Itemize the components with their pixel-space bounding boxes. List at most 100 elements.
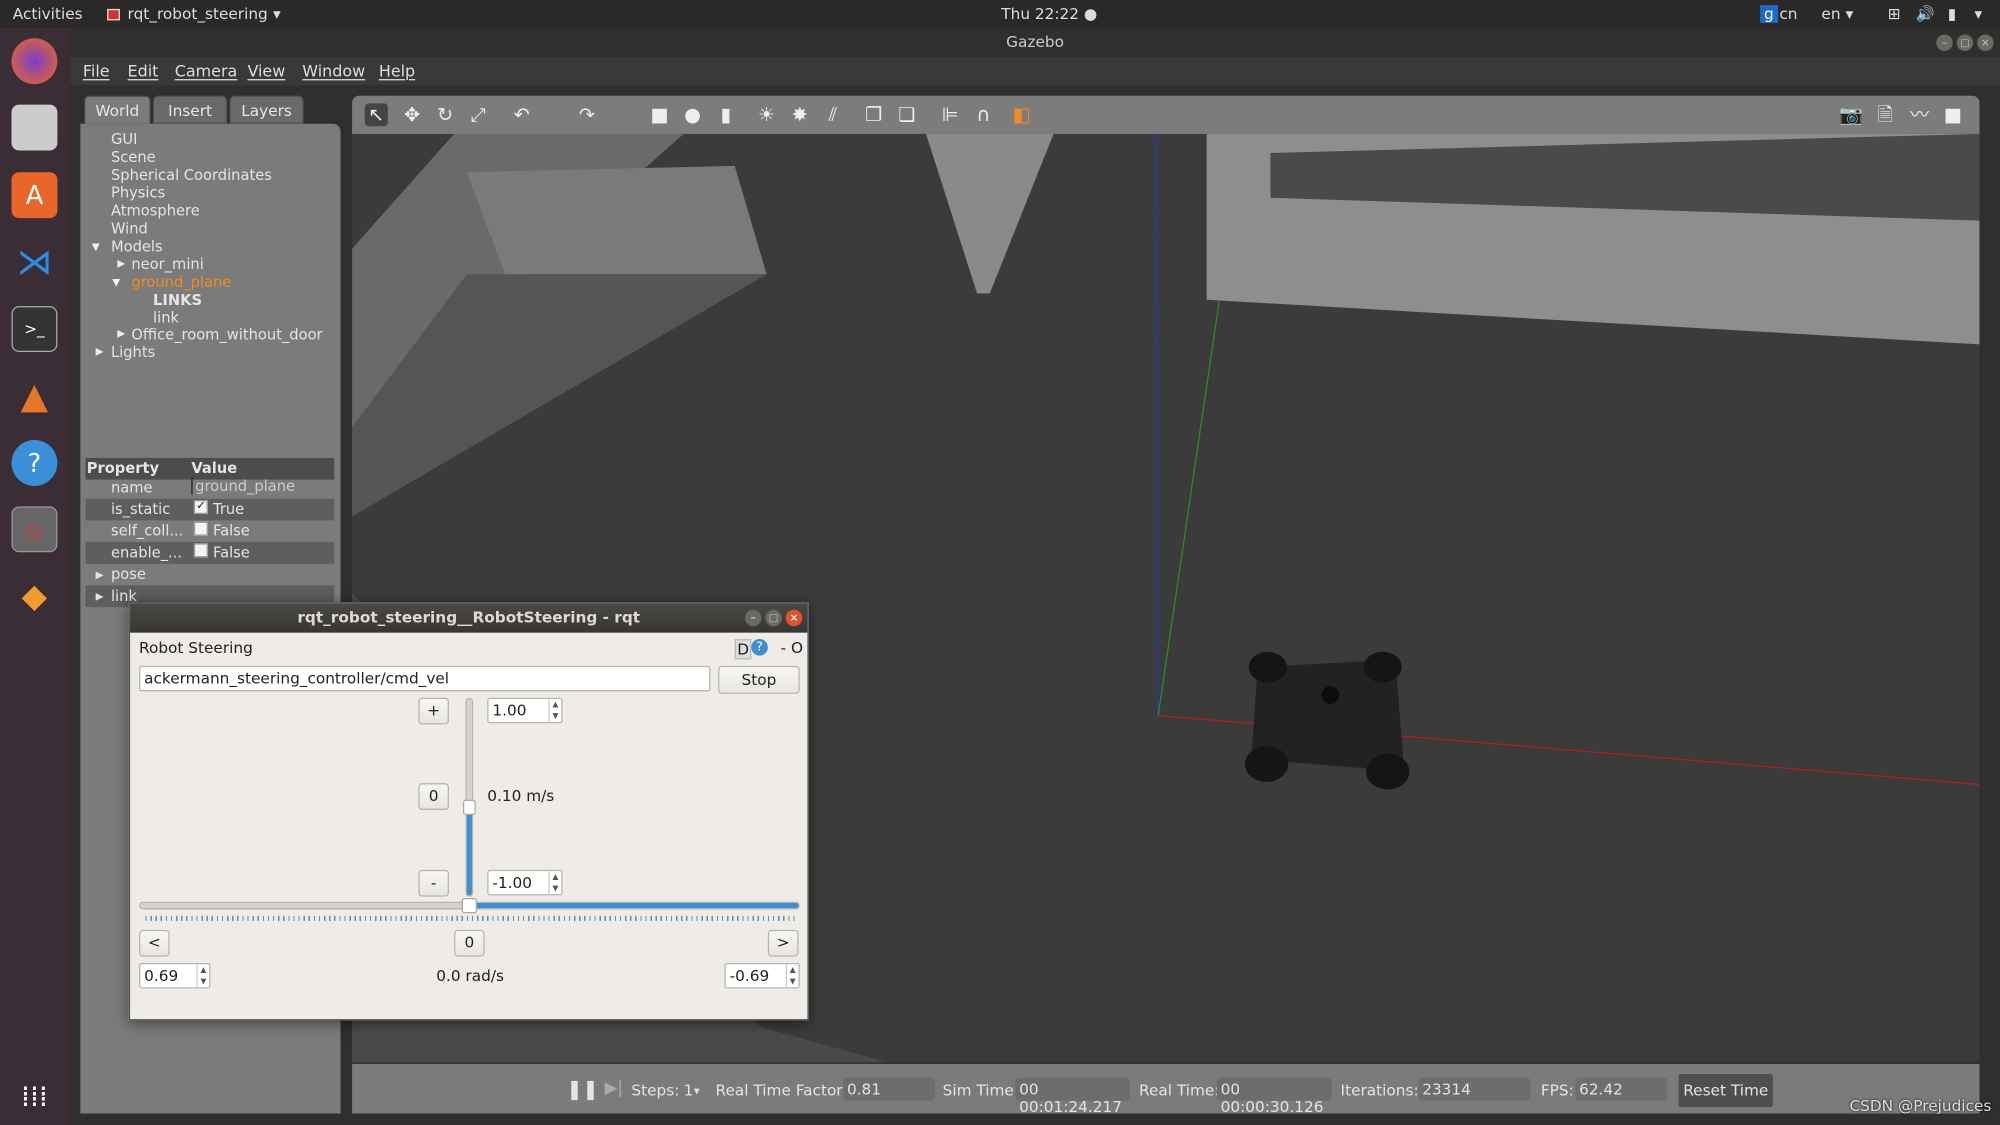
sublime-icon[interactable]: ◆ — [11, 574, 57, 620]
linear-max-spinbox[interactable]: 1.00 ▲ ▼ — [487, 697, 563, 724]
property-row[interactable]: enable_... False — [85, 542, 335, 564]
collapsed-triangle-icon[interactable]: ▶ — [96, 346, 104, 357]
tab-layers[interactable]: Layers — [229, 95, 304, 124]
ime-g-icon[interactable]: g — [1760, 5, 1778, 23]
help-icon[interactable]: ? — [11, 440, 58, 486]
angular-slider-handle[interactable] — [461, 897, 478, 914]
angular-max-spinbox[interactable]: 0.69 ▲ ▼ — [139, 963, 211, 989]
log-icon[interactable]: 🗎 — [1874, 103, 1897, 126]
tree-item-physics[interactable]: Physics — [111, 184, 165, 202]
zero-linear-button[interactable]: 0 — [418, 783, 449, 810]
turn-right-button[interactable]: > — [767, 929, 799, 957]
files-icon[interactable] — [11, 104, 58, 151]
chevron-down-icon[interactable]: ▾ — [1974, 5, 1982, 23]
zero-angular-button[interactable]: 0 — [454, 929, 485, 957]
property-value[interactable]: ground_plane — [191, 477, 295, 495]
collapsed-triangle-icon[interactable]: ▶ — [117, 258, 125, 269]
minimize-button[interactable]: – — [1936, 34, 1953, 52]
software-icon[interactable]: A — [11, 172, 58, 219]
app-menu[interactable]: rqt_robot_steering — [128, 5, 268, 23]
linear-slider-handle[interactable] — [463, 799, 476, 815]
linear-velocity-slider[interactable] — [463, 697, 476, 897]
sphere-shape-icon[interactable]: ● — [681, 103, 704, 126]
menu-edit[interactable]: Edit — [128, 61, 159, 80]
minimize-button[interactable]: – — [744, 609, 762, 627]
paste-icon[interactable]: ❏ — [895, 103, 918, 126]
language-indicator[interactable]: en — [1821, 5, 1840, 23]
vscode-icon[interactable]: ⋊ — [11, 239, 57, 285]
align-icon[interactable]: ⊫ — [939, 103, 962, 126]
chevron-down-icon[interactable]: ▾ — [694, 1085, 700, 1098]
tree-item-ground-plane[interactable]: ground_plane — [131, 273, 231, 291]
screenshot-icon[interactable]: 📷 — [1839, 103, 1863, 126]
volume-icon[interactable]: 🔊 — [1916, 5, 1935, 23]
translate-tool-icon[interactable]: ✥ — [401, 103, 424, 126]
tree-item-atmosphere[interactable]: Atmosphere — [111, 202, 200, 220]
tree-item-models[interactable]: Models — [111, 237, 163, 255]
checkbox-unchecked[interactable] — [193, 521, 208, 536]
close-button[interactable]: × — [1977, 34, 1994, 52]
spot-light-icon[interactable]: ✸ — [788, 103, 811, 126]
checkbox-unchecked[interactable] — [193, 543, 208, 558]
plugin-window-controls[interactable]: - O — [781, 639, 803, 657]
tree-item-neor-mini[interactable]: neor_mini — [131, 255, 203, 273]
snap-icon[interactable]: ∩ — [972, 103, 995, 126]
help-icon[interactable]: ? — [751, 639, 768, 656]
property-row[interactable]: self_coll... False — [85, 520, 334, 542]
clock[interactable]: Thu 22:22 ● — [1001, 5, 1097, 23]
ime-indicator[interactable]: cn — [1779, 5, 1797, 23]
point-light-icon[interactable]: ☀ — [755, 103, 778, 126]
network-icon[interactable]: ⊞ — [1888, 5, 1901, 23]
menu-camera[interactable]: Camera — [175, 61, 238, 80]
matlab-icon[interactable]: ▲ — [11, 372, 57, 418]
topic-input[interactable]: ackermann_steering_controller/cmd_vel — [139, 665, 711, 692]
directional-light-icon[interactable]: ⫽ — [821, 103, 844, 126]
menu-window[interactable]: Window — [302, 61, 365, 80]
stop-button[interactable]: Stop — [718, 665, 800, 694]
decrease-linear-button[interactable]: - — [418, 869, 449, 897]
property-row[interactable]: is_static ✓ True — [85, 498, 335, 521]
checkbox-checked[interactable]: ✓ — [193, 499, 208, 515]
redo-icon[interactable]: ↷ — [575, 103, 598, 126]
firefox-icon[interactable] — [11, 38, 58, 85]
property-row[interactable]: name ground_plane — [85, 477, 334, 499]
menu-file[interactable]: File — [83, 61, 110, 80]
tab-world[interactable]: World — [84, 95, 151, 124]
linear-min-spinbox[interactable]: -1.00 ▲ ▼ — [487, 869, 563, 896]
increase-linear-button[interactable]: + — [418, 697, 449, 725]
cylinder-shape-icon[interactable]: ▮ — [714, 103, 737, 126]
box-shape-icon[interactable]: ■ — [648, 103, 671, 126]
angular-min-spinbox[interactable]: -0.69 ▲ ▼ — [724, 963, 800, 989]
spin-arrows-icon[interactable]: ▲ ▼ — [196, 964, 209, 988]
tree-item-link[interactable]: link — [153, 309, 179, 327]
expanded-triangle-icon[interactable]: ▼ — [112, 277, 120, 288]
tree-item-gui[interactable]: GUI — [111, 130, 137, 148]
steps-select[interactable]: 1 — [684, 1082, 694, 1100]
video-record-icon[interactable]: ■ — [1941, 103, 1964, 126]
select-tool-icon[interactable]: ↖ — [364, 103, 388, 127]
turn-left-button[interactable]: < — [139, 929, 170, 957]
menu-help[interactable]: Help — [379, 61, 415, 80]
tree-item-scene[interactable]: Scene — [111, 148, 156, 166]
tree-item-lights[interactable]: Lights — [111, 343, 155, 361]
spin-arrows-icon[interactable]: ▲ ▼ — [548, 871, 561, 895]
undo-icon[interactable]: ↶ — [510, 103, 533, 126]
reset-time-button[interactable]: Reset Time — [1678, 1073, 1773, 1108]
apps-grid-icon[interactable]: ⁞⁞⁞ — [11, 1074, 57, 1120]
terminal-icon[interactable]: >_ — [11, 306, 58, 353]
rqt-icon[interactable]: ⦸ — [11, 506, 58, 553]
scale-tool-icon[interactable]: ⤢ — [467, 103, 490, 126]
activities-button[interactable]: Activities — [13, 5, 83, 23]
spin-arrows-icon[interactable]: ▲ ▼ — [785, 964, 799, 988]
step-icon[interactable]: ▶| — [605, 1079, 623, 1098]
maximize-button[interactable]: □ — [1956, 34, 1974, 52]
tree-item-links[interactable]: LINKS — [153, 291, 202, 309]
menu-view[interactable]: View — [247, 61, 285, 80]
tree-item-spherical-coordinates[interactable]: Spherical Coordinates — [111, 166, 272, 184]
close-button[interactable]: × — [785, 609, 803, 627]
spin-arrows-icon[interactable]: ▲ ▼ — [548, 698, 561, 722]
dock-button[interactable]: D — [734, 639, 752, 660]
maximize-button[interactable]: □ — [765, 609, 782, 627]
view-angle-icon[interactable]: ◧ — [1010, 103, 1033, 126]
tree-item-wind[interactable]: Wind — [111, 219, 148, 237]
